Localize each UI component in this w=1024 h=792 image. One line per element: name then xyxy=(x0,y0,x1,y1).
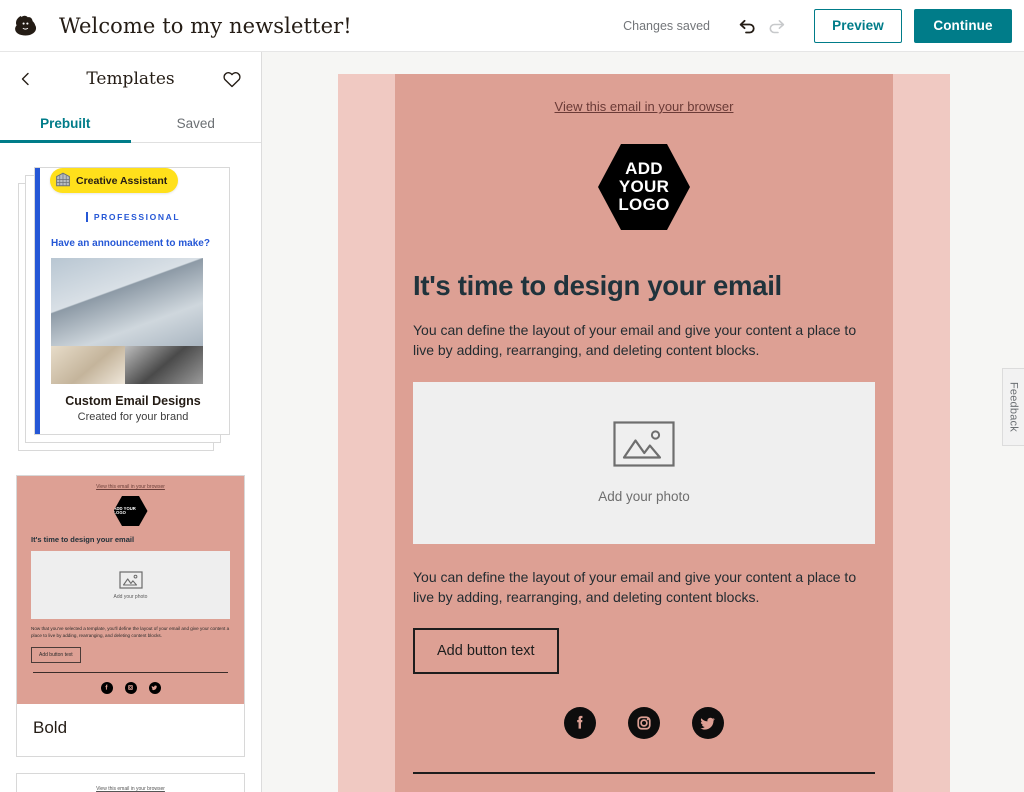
add-button-text-button[interactable]: Add button text xyxy=(413,628,559,675)
tab-prebuilt[interactable]: Prebuilt xyxy=(0,105,131,143)
preview-view-link: View this email in your browser xyxy=(96,785,165,792)
creative-assistant-badge[interactable]: Creative Assistant xyxy=(50,168,179,193)
preview-button[interactable]: Preview xyxy=(814,8,902,43)
heart-icon[interactable] xyxy=(221,68,243,90)
tab-saved[interactable]: Saved xyxy=(131,105,262,142)
redo-arrow-icon[interactable] xyxy=(762,11,792,41)
logo-line-3: LOGO xyxy=(618,194,670,214)
undo-arrow-icon[interactable] xyxy=(732,11,762,41)
preview-divider xyxy=(33,671,228,673)
preview-headline: It's time to design your email xyxy=(31,535,135,544)
email-canvas: View this email in your browser ADD YOUR… xyxy=(262,52,1024,792)
email-body-2[interactable]: You can define the layout of your email … xyxy=(413,567,875,608)
email-builder-app: Welcome to my newsletter! Changes saved … xyxy=(0,0,1024,792)
instagram-icon xyxy=(124,681,137,694)
header-actions: Changes saved Preview Continue xyxy=(623,8,1024,43)
template-subtitle: Created for your brand xyxy=(77,411,189,423)
preview-button: Add button text xyxy=(31,646,81,663)
app-header: Welcome to my newsletter! Changes saved … xyxy=(0,0,1024,52)
section-divider xyxy=(413,772,875,775)
accent-bar xyxy=(35,168,40,434)
twitter-icon xyxy=(148,681,161,694)
preview-logo-text: ADD YOUR LOGO xyxy=(113,496,148,526)
template-card-bold[interactable]: View this email in your browser ADD YOUR… xyxy=(16,475,245,757)
preview-photo-caption: Add your photo xyxy=(113,593,148,600)
template-list: Creative Assistant PROFESSIONAL Have an … xyxy=(0,143,261,792)
mailchimp-freddie-icon xyxy=(11,10,43,42)
template-photo-2 xyxy=(125,346,203,384)
template-card-next[interactable]: View this email in your browser ADD xyxy=(16,772,245,792)
feedback-tab[interactable]: Feedback xyxy=(1002,368,1024,446)
sidebar-tabs: Prebuilt Saved xyxy=(0,105,261,143)
preview-logo: ADD YOUR LOGO xyxy=(31,496,230,526)
template-photo-main xyxy=(51,258,203,346)
view-in-browser-link[interactable]: View this email in your browser xyxy=(413,99,875,114)
feedback-label: Feedback xyxy=(1007,382,1020,432)
preview-view-link: View this email in your browser xyxy=(96,484,165,490)
preview-photo-block: Add your photo xyxy=(31,551,230,619)
preview-socials xyxy=(31,681,230,694)
card-stack-layer-front: PROFESSIONAL Have an announcement to mak… xyxy=(34,167,230,435)
template-name-bold: Bold xyxy=(33,717,68,737)
template-kicker: PROFESSIONAL xyxy=(85,212,180,222)
creative-assistant-label: Creative Assistant xyxy=(76,174,168,187)
chevron-left-icon[interactable] xyxy=(18,69,38,89)
preview-body: Now that you've selected a template, you… xyxy=(31,626,230,638)
email-content-frame: View this email in your browser ADD YOUR… xyxy=(395,74,893,792)
facebook-icon[interactable] xyxy=(564,707,596,740)
campaign-title: Welcome to my newsletter! xyxy=(59,13,352,38)
templates-sidebar: Templates Prebuilt Saved Creative Assist… xyxy=(0,52,262,792)
email-headline[interactable]: It's time to design your email xyxy=(413,270,875,302)
save-status: Changes saved xyxy=(623,18,710,33)
template-photo-1 xyxy=(51,346,125,384)
template-headline: Have an announcement to make? xyxy=(51,238,210,249)
logo-line-1: ADD xyxy=(625,159,663,179)
sidebar-header: Templates xyxy=(0,52,261,105)
logo-placeholder: ADD YOUR LOGO xyxy=(598,144,690,230)
template-footer: Custom Email Designs Created for your br… xyxy=(51,394,215,423)
twitter-icon[interactable] xyxy=(692,707,724,740)
logo-block[interactable]: ADD YOUR LOGO xyxy=(413,144,875,230)
template-preview-bold: View this email in your browser ADD YOUR… xyxy=(17,476,244,704)
add-photo-block[interactable]: Add your photo xyxy=(413,381,875,544)
template-title: Custom Email Designs xyxy=(65,394,201,408)
template-photo-grid xyxy=(51,258,203,384)
logo-line-2: YOUR xyxy=(618,177,670,197)
add-photo-caption: Add your photo xyxy=(598,489,690,505)
template-preview-next: View this email in your browser ADD xyxy=(17,773,244,792)
facebook-icon xyxy=(100,681,113,694)
instagram-icon[interactable] xyxy=(628,707,660,740)
greenhouse-icon xyxy=(55,172,71,190)
email-body-1[interactable]: You can define the layout of your email … xyxy=(413,320,875,361)
continue-button[interactable]: Continue xyxy=(914,8,1012,43)
image-placeholder-icon xyxy=(118,570,143,589)
social-links-block xyxy=(413,707,875,740)
image-placeholder-icon xyxy=(613,421,675,472)
email-outer-frame: View this email in your browser ADD YOUR… xyxy=(338,74,950,792)
template-card-creative-assistant[interactable]: Creative Assistant PROFESSIONAL Have an … xyxy=(16,161,245,461)
